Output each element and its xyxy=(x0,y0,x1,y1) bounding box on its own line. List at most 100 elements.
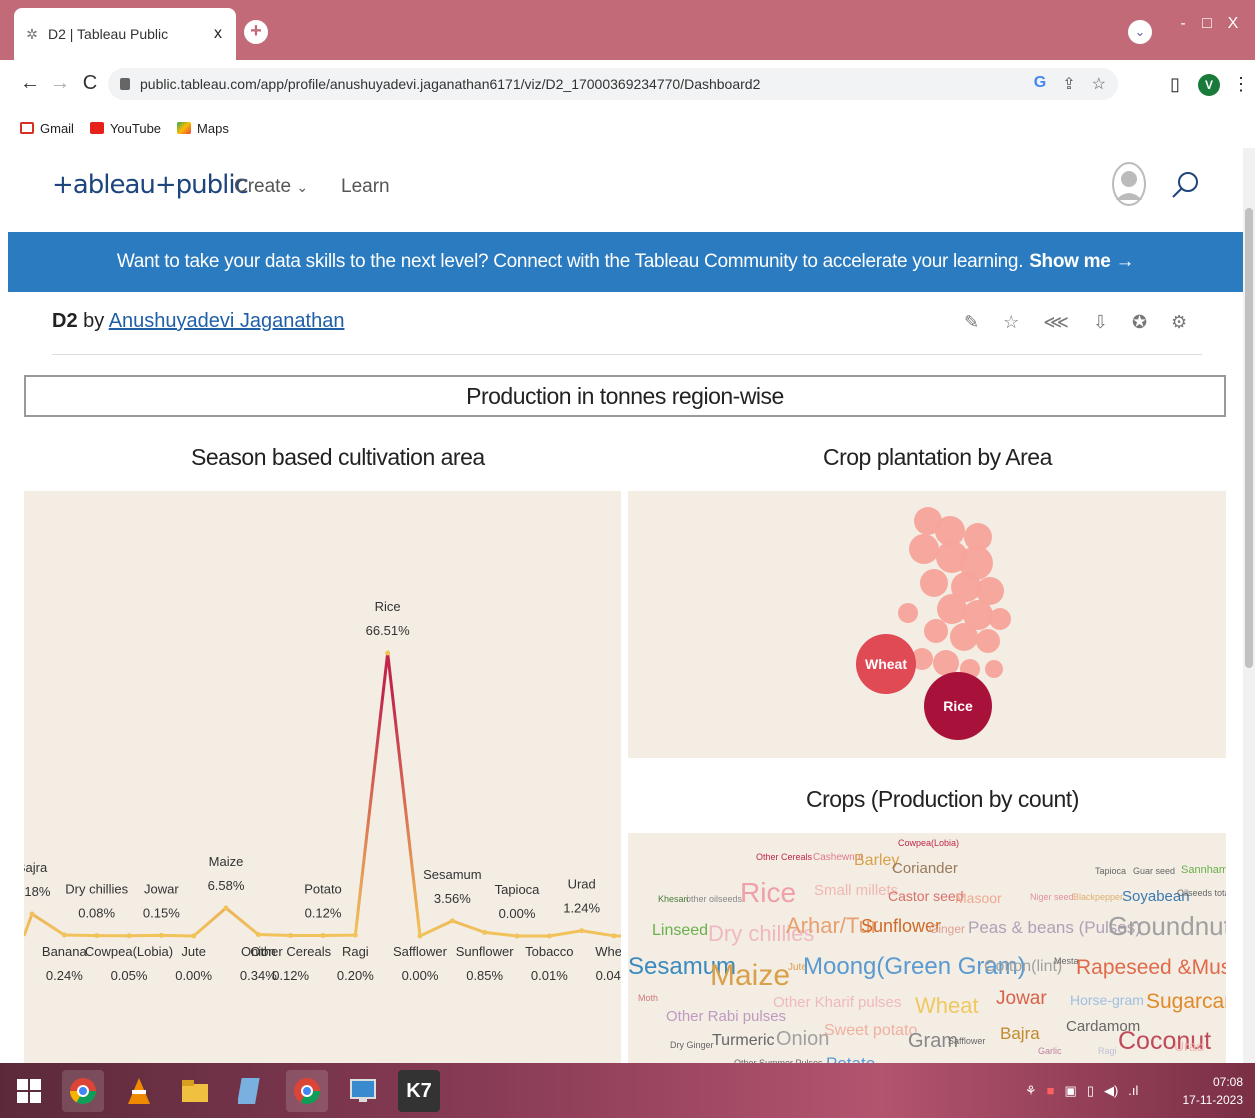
word-cloud-word[interactable]: Tapioca xyxy=(1095,867,1126,876)
crop-bubble-wheat[interactable]: Wheat xyxy=(856,634,916,694)
k7-antivirus-icon[interactable]: K7 xyxy=(398,1070,440,1112)
crop-bubble[interactable] xyxy=(937,594,967,624)
notes-icon[interactable] xyxy=(230,1070,272,1112)
word-cloud-word[interactable]: Turmeric xyxy=(712,1033,775,1049)
data-point-banana[interactable]: Banana 0.24% xyxy=(42,932,88,983)
data-point-marker[interactable] xyxy=(158,932,164,938)
word-cloud-word[interactable]: Rapeseed &Mustard xyxy=(1076,957,1226,978)
word-cloud-word[interactable]: Rice xyxy=(740,879,796,907)
data-point-jowar[interactable]: Jowar 0.15% xyxy=(143,881,180,938)
bookmark-gmail[interactable]: Gmail xyxy=(20,121,74,136)
word-cloud-word[interactable]: Niger seed xyxy=(1030,893,1074,902)
nav-create[interactable]: Create ⌄ xyxy=(234,176,308,198)
word-cloud-word[interactable]: Onion xyxy=(776,1029,829,1049)
crop-bubble[interactable] xyxy=(976,629,1000,653)
word-cloud-word[interactable]: Coriander xyxy=(892,861,958,876)
profile-avatar[interactable]: V xyxy=(1198,74,1220,96)
google-translate-icon[interactable]: G xyxy=(1034,74,1046,94)
word-cloud-word[interactable]: Other Rabi pulses xyxy=(666,1009,786,1024)
favorite-star-icon[interactable]: ☆ xyxy=(1003,312,1019,333)
browser-tab[interactable]: ✲ D2 | Tableau Public x xyxy=(14,8,236,60)
data-point-cowpea-lobia-[interactable]: Cowpea(Lobia) 0.05% xyxy=(85,933,173,983)
word-cloud-word[interactable]: Sannhamp xyxy=(1181,865,1226,876)
window-close-button[interactable]: X xyxy=(1218,10,1248,38)
word-cloud-word[interactable]: Garlic xyxy=(1038,1047,1062,1056)
word-cloud-word[interactable]: Other Kharif pulses xyxy=(773,995,901,1010)
word-cloud-word[interactable]: Ginger xyxy=(929,923,965,935)
crop-bubble[interactable] xyxy=(924,619,948,643)
data-point-sunflower[interactable]: Sunflower 0.85% xyxy=(456,929,514,983)
crop-bubble[interactable] xyxy=(985,660,1003,678)
data-point-marker[interactable] xyxy=(61,932,67,938)
data-point-marker[interactable] xyxy=(546,933,552,939)
scroll-thumb[interactable] xyxy=(1245,208,1253,668)
crop-bubble[interactable] xyxy=(933,650,959,676)
word-cloud-word[interactable]: Small millets xyxy=(814,883,898,898)
data-point-tobacco[interactable]: Tobacco 0.01% xyxy=(525,933,574,983)
data-point-marker[interactable] xyxy=(514,933,520,939)
show-me-link[interactable]: Show me → xyxy=(1029,251,1134,273)
chrome-icon[interactable] xyxy=(62,1070,104,1112)
data-point-marker[interactable] xyxy=(579,928,585,934)
address-bar[interactable]: public.tableau.com/app/profile/anushuyad… xyxy=(108,68,1118,100)
forward-icon[interactable]: → xyxy=(48,72,72,95)
word-cloud-word[interactable]: Jowar xyxy=(996,989,1047,1008)
search-icon[interactable] xyxy=(1170,170,1200,200)
tab-search-icon[interactable]: ⌄ xyxy=(1128,20,1152,44)
volume-icon[interactable]: ◀) xyxy=(1104,1083,1118,1099)
word-cloud-word[interactable]: Sugarcane xyxy=(1146,991,1226,1012)
crop-bubble[interactable] xyxy=(920,569,948,597)
crop-bubble[interactable] xyxy=(950,623,978,651)
data-point-marker[interactable] xyxy=(288,932,294,938)
monitor-icon[interactable] xyxy=(342,1070,384,1112)
nav-learn[interactable]: Learn xyxy=(341,176,390,198)
word-cloud-word[interactable]: other oilseeds xyxy=(686,895,742,904)
data-point-marker[interactable] xyxy=(385,650,391,656)
word-cloud-word[interactable]: Maize xyxy=(710,961,790,991)
word-cloud-word[interactable]: Khesari xyxy=(658,895,689,904)
data-point-potato[interactable]: Potato 0.12% xyxy=(304,881,342,938)
data-point-marker[interactable] xyxy=(126,933,132,939)
data-point-marker[interactable] xyxy=(482,929,488,935)
data-point-jute[interactable]: Jute 0.00% xyxy=(175,933,213,984)
word-cloud-word[interactable]: Potato xyxy=(826,1055,875,1063)
share-icon[interactable]: ⇪ xyxy=(1062,74,1075,94)
word-cloud-word[interactable]: Other Cereals xyxy=(756,853,812,862)
file-explorer-icon[interactable] xyxy=(174,1070,216,1112)
tray-device-icon[interactable]: ▯ xyxy=(1087,1083,1094,1099)
crop-bubble-rice[interactable]: Rice xyxy=(924,672,992,740)
tray-antivirus-icon[interactable]: ■ xyxy=(1047,1083,1055,1099)
word-cloud-word[interactable]: Horse-gram xyxy=(1070,993,1144,1007)
word-cloud-word[interactable]: Bajra xyxy=(1000,1025,1040,1042)
new-tab-button[interactable]: + xyxy=(244,20,268,44)
data-point-rice[interactable]: Rice 66.51% xyxy=(366,599,411,656)
word-cloud-word[interactable]: Safflower xyxy=(948,1037,985,1046)
data-point-marker[interactable] xyxy=(223,905,229,911)
word-cloud-word[interactable]: Ragi xyxy=(1098,1047,1117,1056)
word-cloud-word[interactable]: Urad xyxy=(1174,1039,1204,1053)
tableau-public-logo[interactable]: +ableau+public xyxy=(52,170,249,200)
word-cloud-word[interactable]: Cowpea(Lobia) xyxy=(898,839,959,848)
data-point-tapioca[interactable]: Tapioca 0.00% xyxy=(495,882,541,939)
data-point-marker[interactable] xyxy=(352,932,358,938)
crop-bubble[interactable] xyxy=(989,608,1011,630)
back-icon[interactable]: ← xyxy=(18,72,42,95)
tray-k7-icon[interactable]: ▣ xyxy=(1065,1083,1077,1099)
tab-close-button[interactable]: x xyxy=(210,25,226,43)
reload-icon[interactable]: C xyxy=(78,72,102,95)
data-point-marker[interactable] xyxy=(191,933,197,939)
word-cloud-word[interactable]: Masoor xyxy=(955,891,1002,905)
download-icon[interactable]: ⇩ xyxy=(1093,312,1108,333)
user-avatar-icon[interactable] xyxy=(1112,162,1146,206)
word-cloud-word[interactable]: Dry Ginger xyxy=(670,1041,714,1050)
settings-gear-icon[interactable]: ⚙ xyxy=(1171,312,1187,333)
word-cloud-word[interactable]: Castor seed xyxy=(888,889,963,903)
edit-icon[interactable]: ✎ xyxy=(964,312,979,333)
side-panel-icon[interactable]: ▯ xyxy=(1170,74,1180,95)
word-cloud-word[interactable]: Blackpepper xyxy=(1073,893,1123,902)
share-icon[interactable]: ⋘ xyxy=(1043,312,1069,333)
word-cloud-word[interactable]: Wheat xyxy=(915,995,979,1017)
data-point-ragi[interactable]: Ragi 0.20% xyxy=(337,932,374,983)
tray-app-icon[interactable]: ⚘ xyxy=(1025,1083,1037,1099)
viz-author-link[interactable]: Anushuyadevi Jaganathan xyxy=(109,310,345,332)
